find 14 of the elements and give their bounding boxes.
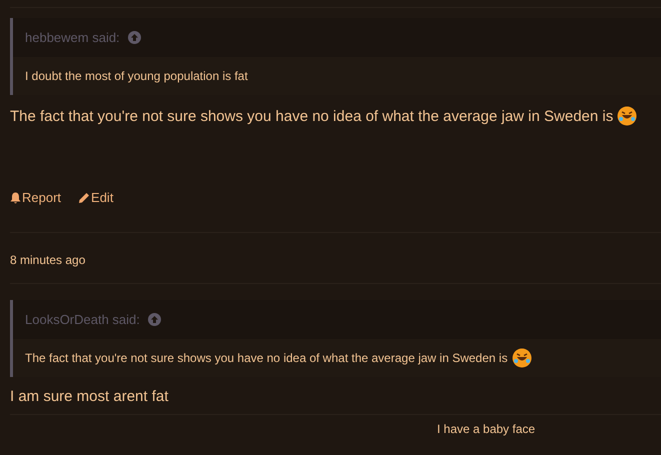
signature-text: I have a baby face [437, 422, 536, 436]
pencil-icon [78, 192, 90, 204]
edit-link[interactable]: Edit [78, 190, 114, 205]
arrow-up-icon [128, 31, 141, 44]
bell-icon [10, 192, 21, 204]
arrow-up-icon [148, 313, 161, 326]
emoji-icon [617, 106, 638, 126]
post-text: I am sure most arent fat [10, 388, 168, 404]
quote-text: The fact that you're not sure shows you have no idea of what the average jaw in Sweden is [25, 351, 508, 365]
post-time: 8 minutes ago [10, 253, 86, 267]
report-link[interactable]: Report [10, 190, 62, 205]
quote-text: I doubt the most of young population is fat [25, 69, 248, 83]
post-text: The fact that you're not sure shows you have no idea of what the average jaw in Sweden is [10, 108, 614, 124]
emoji-icon [512, 348, 532, 368]
